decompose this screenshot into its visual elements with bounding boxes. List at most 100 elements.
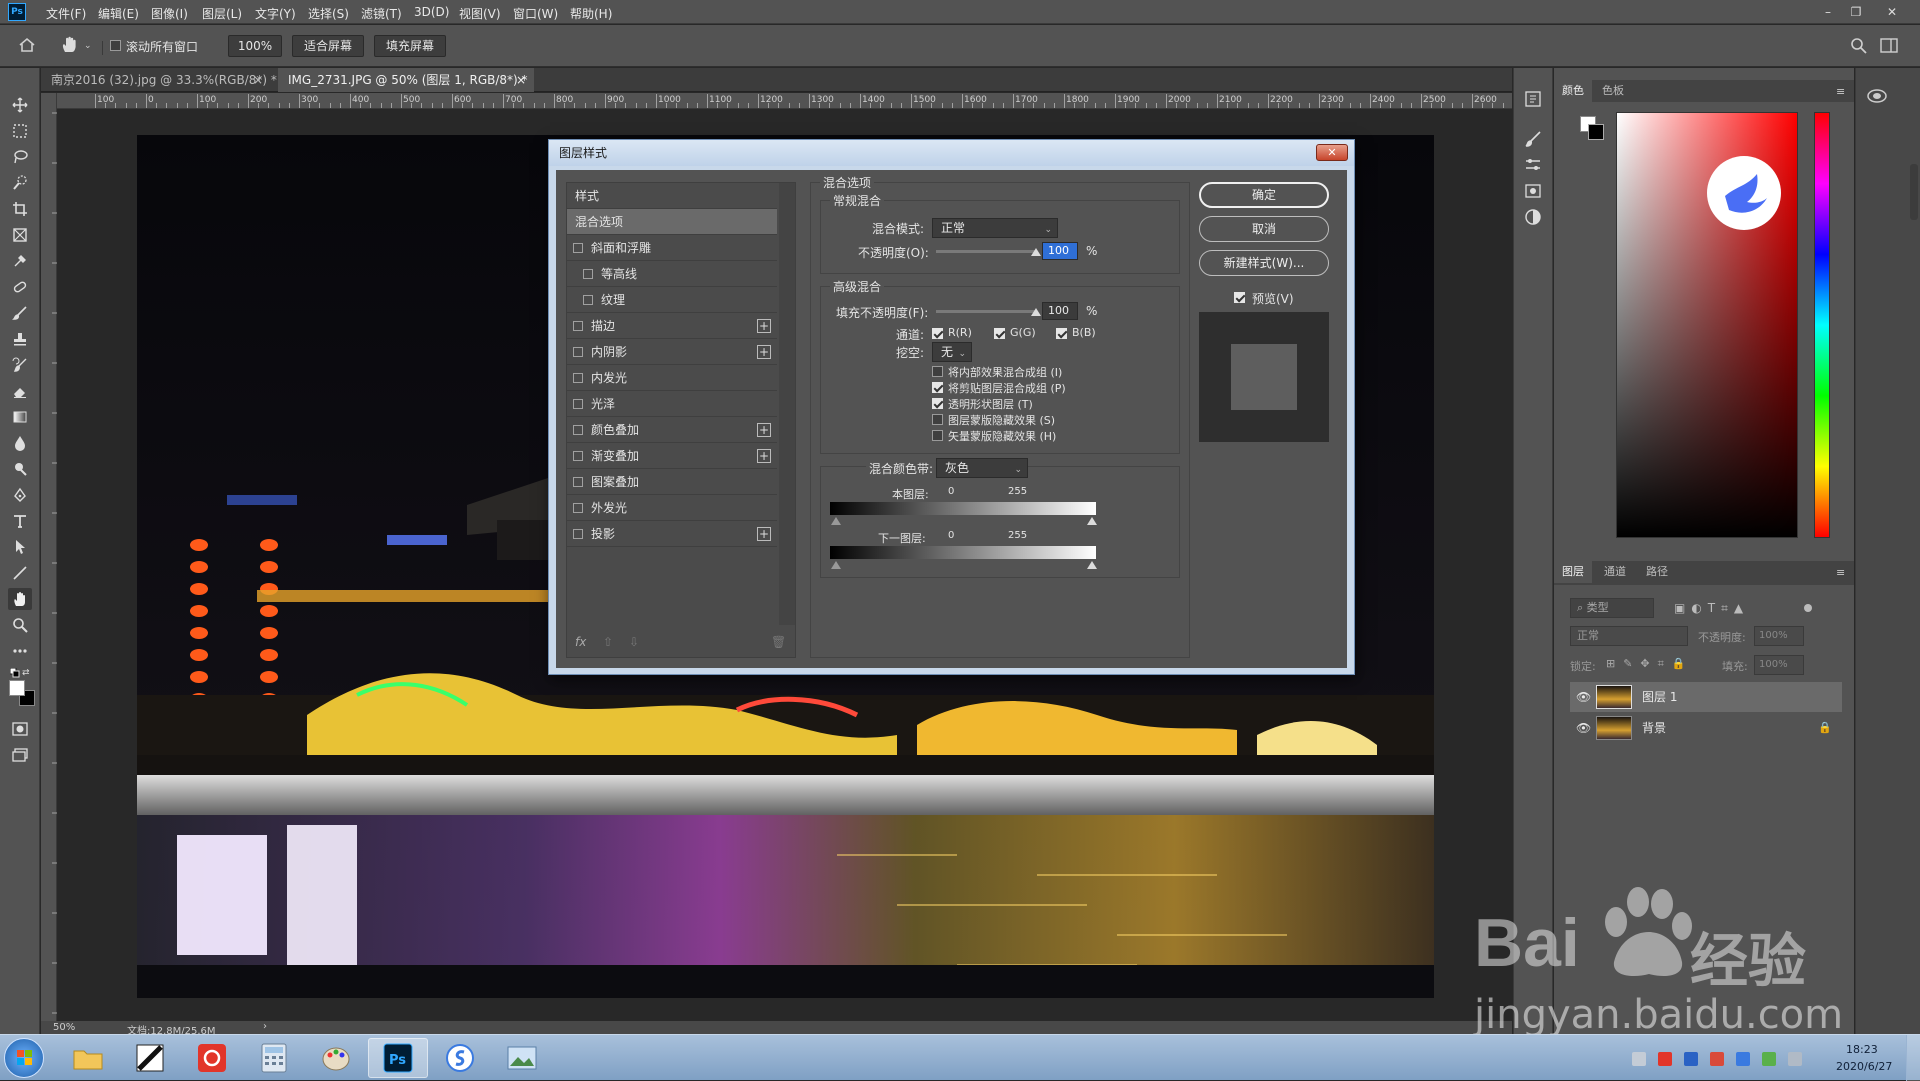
option-checkbox-4[interactable] <box>932 430 943 441</box>
gradient-tool-icon[interactable] <box>8 406 32 428</box>
tab-swatches[interactable]: 色板 <box>1594 80 1632 102</box>
style-checkbox[interactable] <box>583 269 593 279</box>
fill-opacity-slider-thumb[interactable] <box>1031 308 1041 316</box>
menu-3d[interactable]: 3D(D) <box>414 5 449 19</box>
workspace-icon[interactable] <box>1880 38 1898 54</box>
underlying-white-slider[interactable] <box>1087 561 1097 569</box>
style-checkbox[interactable] <box>573 243 583 253</box>
add-style-button[interactable]: + <box>757 319 771 333</box>
search-icon[interactable] <box>1850 37 1868 55</box>
preview-checkbox[interactable] <box>1234 292 1245 303</box>
path-selection-tool-icon[interactable] <box>8 536 32 558</box>
option-checkbox-0[interactable] <box>932 366 943 377</box>
style-checkbox[interactable] <box>573 399 583 409</box>
option-checkbox-1[interactable] <box>932 382 943 393</box>
default-colors-icon[interactable] <box>10 668 20 678</box>
menu-layer[interactable]: 图层(L) <box>202 5 242 22</box>
move-tool-icon[interactable] <box>8 94 32 116</box>
move-down-icon[interactable]: ⇩ <box>629 635 639 649</box>
show-desktop-button[interactable] <box>1906 1035 1920 1081</box>
channel-r-checkbox[interactable] <box>932 328 943 339</box>
color-bg-swatch[interactable] <box>1588 124 1604 140</box>
style-checkbox[interactable] <box>573 477 583 487</box>
brush-panel-icon[interactable] <box>1524 130 1542 148</box>
menu-filter[interactable]: 滤镜(T) <box>361 5 402 22</box>
brush-tool-icon[interactable] <box>8 302 32 324</box>
explorer-app-icon[interactable] <box>58 1038 118 1078</box>
add-style-button[interactable]: + <box>757 449 771 463</box>
opacity-input[interactable]: 100 <box>1042 242 1078 260</box>
menu-view[interactable]: 视图(V) <box>459 5 501 22</box>
style-drop-shadow[interactable]: 投影 + <box>567 521 777 547</box>
channel-b-checkbox[interactable] <box>1056 328 1067 339</box>
tab-paths[interactable]: 路径 <box>1638 561 1676 583</box>
layer-blend-mode-select[interactable]: 正常 <box>1570 626 1688 646</box>
lasso-tool-icon[interactable] <box>8 146 32 168</box>
eye-icon[interactable]: 👁 <box>1576 682 1591 712</box>
style-contour[interactable]: 等高线 <box>567 261 777 287</box>
fill-screen-button[interactable]: 填充屏幕 <box>374 35 446 57</box>
new-style-button[interactable]: 新建样式(W)... <box>1199 250 1329 276</box>
fill-opacity-input[interactable]: 100 <box>1042 302 1078 320</box>
style-checkbox[interactable] <box>573 373 583 383</box>
network-tray-icon[interactable] <box>1736 1052 1750 1066</box>
style-checkbox[interactable] <box>573 529 583 539</box>
style-blending-options[interactable]: 混合选项 <box>567 209 777 235</box>
knockout-select[interactable]: 无 ⌄ <box>932 342 972 362</box>
filter-toggle-icon[interactable] <box>1804 604 1812 612</box>
style-checkbox[interactable] <box>573 503 583 513</box>
collapsed-panel-handle[interactable] <box>1910 164 1918 220</box>
style-checkbox[interactable] <box>573 321 583 331</box>
ok-button[interactable]: 确定 <box>1199 182 1329 208</box>
underlying-gradient-bar[interactable] <box>830 546 1096 559</box>
swap-colors-icon[interactable]: ⇄ <box>22 668 30 678</box>
style-texture[interactable]: 纹理 <box>567 287 777 313</box>
adjustments-panel-icon[interactable] <box>1524 156 1542 174</box>
tab-img2731[interactable]: IMG_2731.JPG @ 50% (图层 1, RGB/8*) * × <box>278 68 534 92</box>
panel-menu-icon[interactable]: ≡ <box>1836 566 1845 579</box>
tab-layers[interactable]: 图层 <box>1554 561 1592 583</box>
eraser-tool-icon[interactable] <box>8 380 32 402</box>
style-bevel-emboss[interactable]: 斜面和浮雕 <box>567 235 777 261</box>
style-color-overlay[interactable]: 颜色叠加 + <box>567 417 777 443</box>
frame-tool-icon[interactable] <box>8 224 32 246</box>
security-tray-icon[interactable] <box>1684 1052 1698 1066</box>
fx-button[interactable]: fx <box>575 635 586 649</box>
zoom-level[interactable]: 50% <box>53 1022 75 1033</box>
menu-window[interactable]: 窗口(W) <box>513 5 558 22</box>
hand-tool-icon[interactable] <box>8 588 32 610</box>
opacity-slider-thumb[interactable] <box>1031 248 1041 256</box>
style-satin[interactable]: 光泽 <box>567 391 777 417</box>
start-button[interactable] <box>4 1038 44 1078</box>
menu-edit[interactable]: 编辑(E) <box>98 5 139 22</box>
paint-app-icon[interactable] <box>306 1038 366 1078</box>
zoom-tool-icon[interactable] <box>8 614 32 636</box>
close-tab-icon[interactable]: × <box>253 68 263 92</box>
add-style-button[interactable]: + <box>757 527 771 541</box>
layer-filter-select[interactable]: ⌕ 类型 <box>1570 598 1654 618</box>
status-menu-arrow[interactable]: › <box>263 1021 267 1032</box>
opacity-slider[interactable] <box>936 250 1036 253</box>
tab-channels[interactable]: 通道 <box>1596 561 1634 583</box>
menu-file[interactable]: 文件(F) <box>46 5 86 22</box>
style-checkbox[interactable] <box>573 451 583 461</box>
add-style-button[interactable]: + <box>757 423 771 437</box>
this-layer-gradient-bar[interactable] <box>830 502 1096 515</box>
styles-header[interactable]: 样式 <box>567 183 777 209</box>
zoom-100-button[interactable]: 100% <box>228 35 282 57</box>
layer-row-background[interactable]: 👁 背景 🔒 <box>1570 713 1842 743</box>
close-window-icon[interactable]: ✕ <box>1884 4 1900 20</box>
tab-color[interactable]: 颜色 <box>1554 80 1592 102</box>
minimize-icon[interactable]: – <box>1820 4 1836 20</box>
libraries-panel-icon[interactable] <box>1524 182 1542 200</box>
style-pattern-overlay[interactable]: 图案叠加 <box>567 469 777 495</box>
style-stroke[interactable]: 描边 + <box>567 313 777 339</box>
tab-nanjing[interactable]: 南京2016 (32).jpg @ 33.3%(RGB/8*) * × <box>41 68 277 92</box>
add-style-button[interactable]: + <box>757 345 771 359</box>
antivirus-tray-icon[interactable] <box>1710 1052 1724 1066</box>
stamp-tool-icon[interactable] <box>8 328 32 350</box>
home-icon[interactable] <box>18 37 36 53</box>
eye-icon[interactable]: 👁 <box>1576 713 1591 743</box>
underlying-black-slider[interactable] <box>831 561 841 569</box>
marquee-tool-icon[interactable] <box>8 120 32 142</box>
